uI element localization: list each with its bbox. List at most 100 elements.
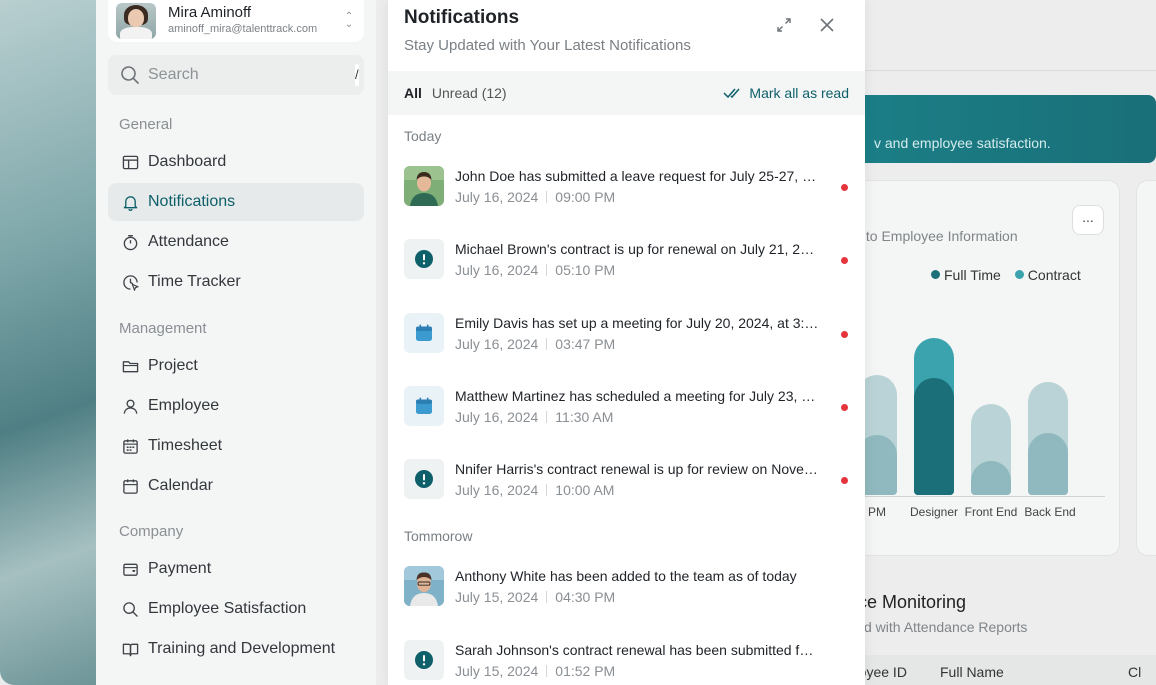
notification-meta: July 15, 2024 04:30 PM — [455, 589, 615, 605]
expand-icon — [777, 18, 791, 32]
folder-icon — [121, 357, 139, 375]
alert-icon — [404, 640, 444, 680]
sidebar-item-label: Calendar — [148, 477, 213, 494]
sidebar-item-payment[interactable]: Payment — [108, 550, 364, 588]
background-decoration — [0, 0, 110, 685]
notification-message: Sarah Johnson's contract renewal has bee… — [455, 642, 820, 658]
unread-indicator — [841, 477, 848, 484]
avatar — [116, 3, 156, 39]
x-axis — [847, 496, 1105, 497]
notification-item[interactable]: Matthew Martinez has scheduled a meeting… — [404, 386, 849, 446]
x-label-front-end: Front End — [964, 505, 1018, 519]
notification-item[interactable]: Nnifer Harris's contract renewal is up f… — [404, 459, 849, 519]
notification-time: 10:00 AM — [555, 482, 615, 498]
calendar-icon — [404, 386, 444, 426]
notification-time: 01:52 PM — [555, 663, 616, 679]
mark-all-read-label: Mark all as read — [749, 85, 849, 101]
sidebar-item-project[interactable]: Project — [108, 347, 364, 385]
section-management: Management — [119, 320, 207, 337]
section-company: Company — [119, 523, 184, 540]
notification-date: July 15, 2024 — [455, 663, 539, 679]
notification-message: Anthony White has been added to the team… — [455, 568, 797, 584]
sidebar-item-label: Time Tracker — [148, 273, 241, 290]
group-label-tomorrow: Tommorow — [404, 528, 473, 544]
sidebar-item-attendance[interactable]: Attendance — [108, 223, 364, 261]
sidebar-item-label: Timesheet — [148, 437, 223, 454]
tab-unread[interactable]: Unread (12) — [432, 85, 507, 101]
user-switcher[interactable]: Mira Aminoff aminoff_mira@talenttrack.co… — [108, 0, 364, 42]
sidebar-item-label: Dashboard — [148, 153, 227, 170]
notification-item[interactable]: Anthony White has been added to the team… — [404, 566, 849, 626]
search-icon — [121, 66, 139, 84]
notification-time: 04:30 PM — [555, 589, 616, 605]
more-options-button[interactable]: ... — [1072, 205, 1104, 235]
sidebar-item-label: Training and Development — [148, 640, 336, 657]
user-name: Mira Aminoff — [168, 4, 252, 21]
alert-icon — [404, 239, 444, 279]
user-icon — [121, 397, 139, 415]
notification-meta: July 16, 2024 03:47 PM — [455, 336, 615, 352]
sidebar-item-calendar[interactable]: Calendar — [108, 467, 364, 505]
notification-meta: July 16, 2024 11:30 AM — [455, 409, 613, 425]
chart-legend: Full Time Contract — [931, 267, 1081, 283]
sidebar-item-notifications[interactable]: Notifications — [108, 183, 364, 221]
sidebar-item-employee-satisfaction[interactable]: Employee Satisfaction — [108, 590, 364, 628]
sidebar-item-employee[interactable]: Employee — [108, 387, 364, 425]
close-button[interactable] — [814, 12, 840, 38]
sidebar-item-label: Employee Satisfaction — [148, 600, 307, 617]
legend-contract: Contract — [1014, 267, 1081, 283]
sidebar: Mira Aminoff aminoff_mira@talenttrack.co… — [96, 0, 376, 685]
section-general: General — [119, 116, 173, 133]
bar-chart — [847, 301, 1121, 501]
sidebar-item-time-tracker[interactable]: Time Tracker — [108, 263, 364, 301]
notification-message: Matthew Martinez has scheduled a meeting… — [455, 388, 820, 404]
search-icon — [121, 600, 139, 618]
tab-all[interactable]: All — [404, 85, 422, 101]
sidebar-item-dashboard[interactable]: Dashboard — [108, 143, 364, 181]
notification-item[interactable]: Sarah Johnson's contract renewal has bee… — [404, 640, 849, 685]
wallet-icon — [121, 560, 139, 578]
notification-item[interactable]: Emily Davis has set up a meeting for Jul… — [404, 313, 849, 373]
notification-time: 05:10 PM — [555, 262, 616, 278]
stopwatch-icon — [121, 233, 139, 251]
chevron-updown-icon: ⌃ ⌄ — [344, 11, 354, 30]
book-icon — [121, 640, 139, 658]
notification-date: July 16, 2024 — [455, 189, 539, 205]
calendar-grid-icon — [121, 437, 139, 455]
filter-bar: All Unread (12) Mark all as read — [388, 71, 865, 115]
expand-button[interactable] — [771, 12, 797, 38]
mark-all-read-button[interactable]: Mark all as read — [723, 85, 849, 101]
notification-date: July 16, 2024 — [455, 482, 539, 498]
search-input[interactable] — [148, 66, 355, 84]
notification-message: Emily Davis has set up a meeting for Jul… — [455, 315, 820, 331]
sidebar-item-label: Payment — [148, 560, 212, 577]
notification-item[interactable]: John Doe has submitted a leave request f… — [404, 166, 849, 226]
notification-date: July 16, 2024 — [455, 409, 539, 425]
notifications-panel: Notifications Stay Updated with Your Lat… — [388, 0, 865, 685]
avatar — [404, 566, 444, 606]
notification-item[interactable]: Michael Brown's contract is up for renew… — [404, 239, 849, 299]
panel-subtitle: Stay Updated with Your Latest Notificati… — [404, 37, 691, 54]
unread-indicator — [841, 184, 848, 191]
sidebar-item-timesheet[interactable]: Timesheet — [108, 427, 364, 465]
col-full-name: Full Name — [940, 664, 1004, 680]
unread-indicator — [841, 257, 848, 264]
notification-time: 11:30 AM — [555, 409, 614, 425]
sidebar-item-training[interactable]: Training and Development — [108, 630, 364, 668]
divider — [864, 70, 1156, 71]
sidebar-item-label: Employee — [148, 397, 220, 414]
notification-meta: July 16, 2024 09:00 PM — [455, 189, 615, 205]
notification-meta: July 15, 2024 01:52 PM — [455, 663, 615, 679]
sidebar-item-label: Notifications — [148, 193, 236, 210]
alert-icon — [404, 459, 444, 499]
clock-cursor-icon — [121, 273, 139, 291]
notification-date: July 15, 2024 — [455, 589, 539, 605]
notification-time: 03:47 PM — [555, 336, 616, 352]
avatar — [404, 166, 444, 206]
close-icon — [820, 18, 834, 32]
user-email: aminoff_mira@talenttrack.com — [168, 23, 318, 35]
side-card — [1136, 180, 1156, 556]
banner-text: v and employee satisfaction. — [874, 135, 1051, 151]
notification-date: July 16, 2024 — [455, 336, 539, 352]
calendar-icon — [121, 477, 139, 495]
